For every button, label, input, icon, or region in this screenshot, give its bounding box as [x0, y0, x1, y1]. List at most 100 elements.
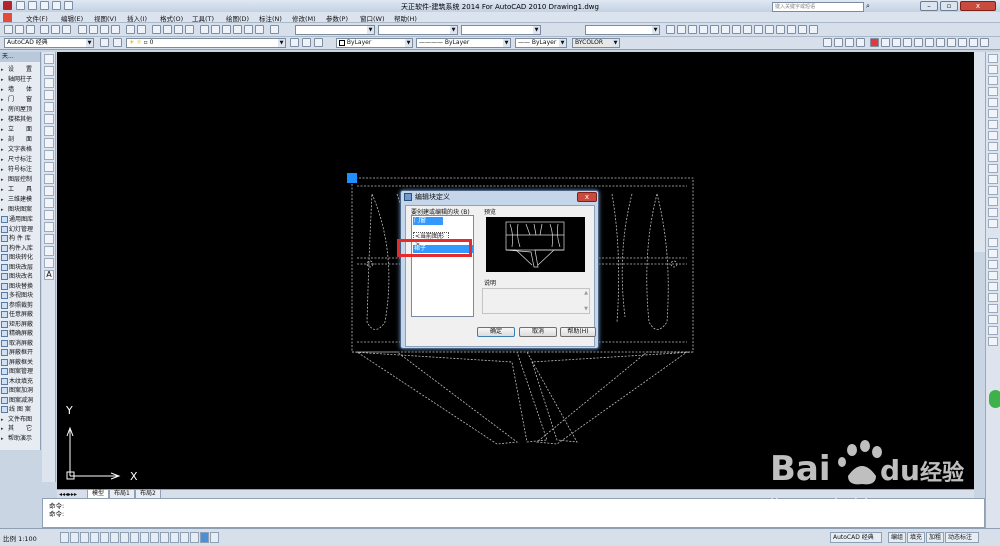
search-icon[interactable]: ⌕ — [866, 2, 874, 10]
status-toggle-3[interactable] — [80, 532, 89, 543]
design-center-icon[interactable] — [211, 25, 220, 34]
qa-undo-icon[interactable] — [52, 1, 61, 10]
palette-item[interactable]: ▸ 帮助演示 — [1, 434, 40, 443]
palette-item[interactable]: ▸ 尺寸标注 — [1, 155, 40, 164]
palette-item[interactable]: ▸ 房间屋顶 — [1, 105, 40, 114]
snap-icon-9[interactable] — [988, 326, 998, 335]
search-input[interactable]: 键入关键字或短语 — [772, 2, 864, 12]
text-style-combo[interactable]: ▼ — [295, 25, 375, 35]
layer-combo[interactable]: ☀ ☼ ▫ 0 ▼ — [126, 38, 286, 48]
status-toggle-13[interactable] — [180, 532, 189, 543]
menu-help[interactable]: 帮助(H) — [394, 13, 417, 23]
status-toggle-2[interactable] — [70, 532, 79, 543]
qa-open-icon[interactable] — [28, 1, 37, 10]
join-icon[interactable] — [988, 186, 998, 195]
view-icon-12[interactable] — [787, 25, 796, 34]
layer-tool-6-icon[interactable] — [881, 38, 890, 47]
snap-icon-3[interactable] — [988, 260, 998, 269]
layer-manager-icon[interactable] — [113, 38, 122, 47]
mirror-icon[interactable] — [988, 76, 998, 85]
extend-icon[interactable] — [988, 164, 998, 173]
erase-icon[interactable] — [988, 54, 998, 63]
status-toggle-9[interactable] — [140, 532, 149, 543]
palette-item[interactable]: 图案减洞 — [1, 396, 40, 405]
status-toggle-15[interactable] — [200, 532, 209, 543]
layer-tool-1-icon[interactable] — [823, 38, 832, 47]
palette-item[interactable]: 屏蔽框开 — [1, 348, 40, 357]
list-item-doors-windows[interactable]: 门窗 — [413, 217, 443, 225]
menu-modify[interactable]: 修改(M) — [292, 13, 316, 23]
stretch-icon[interactable] — [988, 142, 998, 151]
palette-item[interactable]: ▸ 三维建模 — [1, 195, 40, 204]
layer-tool-14-icon[interactable] — [969, 38, 978, 47]
view-icon-13[interactable] — [798, 25, 807, 34]
make-block-icon[interactable] — [44, 198, 54, 208]
network-badge-icon[interactable] — [989, 390, 1000, 408]
palette-item[interactable]: ▸ 设 置 — [1, 65, 40, 74]
menu-dimension[interactable]: 标注(N) — [259, 13, 282, 23]
status-toggle-16[interactable] — [210, 532, 219, 543]
palette-item[interactable]: 线 图 案 — [1, 405, 40, 414]
status-toggle-14[interactable] — [190, 532, 199, 543]
plotstyle-combo[interactable]: BYCOLOR ▼ — [572, 38, 620, 48]
palette-item[interactable]: ▸ 门 窗 — [1, 95, 40, 104]
snap-icon-5[interactable] — [988, 282, 998, 291]
trim-icon[interactable] — [988, 153, 998, 162]
palette-item[interactable]: 通用图库 — [1, 215, 40, 224]
table-style-combo[interactable]: ▼ — [461, 25, 541, 35]
grip-handle[interactable] — [347, 173, 357, 183]
rectangle-icon[interactable] — [44, 102, 54, 112]
status-toggle-5[interactable] — [100, 532, 109, 543]
status-toggle-1[interactable] — [60, 532, 69, 543]
copy-icon[interactable] — [89, 25, 98, 34]
view-icon-7[interactable] — [732, 25, 741, 34]
arc-icon[interactable] — [44, 114, 54, 124]
point-icon[interactable] — [44, 210, 54, 220]
block-list[interactable]: 门窗 <当前图形> 裙子 — [411, 215, 474, 317]
copy-object-icon[interactable] — [988, 65, 998, 74]
app-logo-icon[interactable] — [3, 1, 12, 10]
status-toggle-11[interactable] — [160, 532, 169, 543]
snap-icon-10[interactable] — [988, 337, 998, 346]
zoom-realtime-icon[interactable] — [163, 25, 172, 34]
palette-item[interactable]: 图块改名 — [1, 272, 40, 281]
properties-icon[interactable] — [200, 25, 209, 34]
redo-icon[interactable] — [137, 25, 146, 34]
color-combo[interactable]: ByLayer ▼ — [336, 38, 413, 48]
layer-tool-12-icon[interactable] — [947, 38, 956, 47]
circle-icon[interactable] — [44, 126, 54, 136]
menu-draw[interactable]: 绘图(D) — [226, 13, 249, 23]
snap-icon-7[interactable] — [988, 304, 998, 313]
palette-item[interactable]: 任意屏蔽 — [1, 310, 40, 319]
sheet-set-icon[interactable] — [233, 25, 242, 34]
cut-icon[interactable] — [78, 25, 87, 34]
make-current-icon[interactable] — [290, 38, 299, 47]
view-icon-6[interactable] — [721, 25, 730, 34]
palette-item[interactable]: 图块转化 — [1, 253, 40, 262]
desc-scroll-up-icon[interactable]: ▲ — [584, 290, 588, 296]
palette-item[interactable]: ▸ 符号标注 — [1, 165, 40, 174]
palette-item[interactable]: 构 件 库 — [1, 234, 40, 243]
insert-block-icon[interactable] — [44, 186, 54, 196]
layer-tool-3-icon[interactable] — [845, 38, 854, 47]
palette-item[interactable]: ▸ 工 具 — [1, 185, 40, 194]
explode-icon[interactable] — [988, 219, 998, 228]
close-button[interactable]: x — [960, 1, 996, 11]
revision-cloud-icon[interactable] — [44, 138, 54, 148]
match-properties-icon[interactable] — [111, 25, 120, 34]
chamfer-icon[interactable] — [988, 197, 998, 206]
status-toggle-8[interactable] — [130, 532, 139, 543]
palette-item[interactable]: ▸ 图块图案 — [1, 205, 40, 214]
spline-icon[interactable] — [44, 150, 54, 160]
cancel-button[interactable]: 取消 — [519, 327, 557, 337]
ellipse-icon[interactable] — [44, 162, 54, 172]
pan-icon[interactable] — [152, 25, 161, 34]
scale-status[interactable]: 比例 1:100 — [3, 533, 37, 543]
fill-toggle[interactable]: 填充 — [907, 532, 925, 543]
palette-item[interactable]: ▸ 轴网柱子 — [1, 75, 40, 84]
palette-item[interactable]: 取消屏蔽 — [1, 339, 40, 348]
palette-item[interactable]: 精确屏蔽 — [1, 329, 40, 338]
view-icon-8[interactable] — [743, 25, 752, 34]
status-toggle-6[interactable] — [110, 532, 119, 543]
dim-style-combo[interactable]: ▼ — [378, 25, 458, 35]
